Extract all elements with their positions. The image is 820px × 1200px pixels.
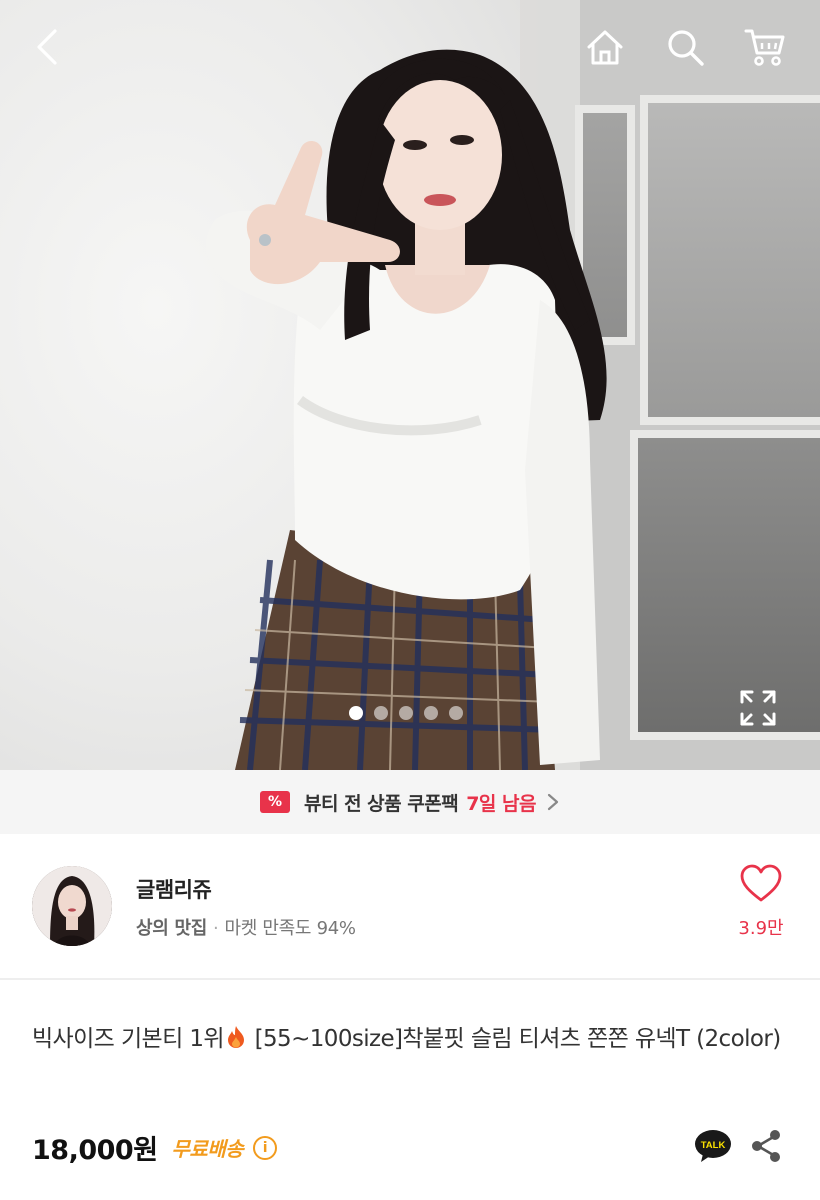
top-navigation-bar — [0, 0, 820, 96]
product-photo-model — [206, 49, 607, 770]
seller-satisfaction: 마켓 만족도 94% — [224, 918, 356, 939]
product-title: 빅사이즈 기본티 1위 [55~100size]착붙핏 슬림 티셔츠 쫀쫀 유넥… — [32, 1020, 792, 1058]
cart-icon — [744, 29, 785, 66]
seller-name[interactable]: 글램리쥬 — [136, 874, 212, 904]
like-count: 3.9만 — [738, 918, 784, 939]
gallery-dot[interactable] — [349, 706, 363, 720]
product-image-gallery[interactable] — [0, 0, 820, 770]
gallery-dot[interactable] — [424, 706, 438, 720]
gallery-dot[interactable] — [449, 706, 463, 720]
cart-button[interactable] — [740, 22, 790, 72]
product-title-part1: 빅사이즈 기본티 1위 — [32, 1026, 225, 1052]
section-divider — [0, 978, 820, 980]
fullscreen-button[interactable] — [736, 686, 780, 730]
expand-icon — [740, 690, 776, 726]
back-button[interactable] — [22, 22, 72, 72]
seller-info: 글램리쥬 상의 맛집 · 마켓 만족도 94% 3.9만 — [0, 834, 820, 978]
talk-label: TALK — [701, 1140, 726, 1151]
coupon-icon-symbol: % — [268, 794, 283, 810]
share-icon — [752, 1130, 780, 1162]
gallery-dot[interactable] — [399, 706, 413, 720]
gallery-dot[interactable] — [374, 706, 388, 720]
coupon-days-left: 7일 남음 — [466, 792, 536, 815]
info-icon-symbol: i — [262, 1139, 268, 1156]
fire-icon — [227, 1026, 244, 1048]
search-button[interactable] — [660, 22, 710, 72]
kakao-talk-button[interactable]: TALK — [694, 1128, 732, 1164]
seller-meta-separator: · — [213, 918, 219, 939]
seller-meta: 상의 맛집 · 마켓 만족도 94% — [136, 914, 356, 940]
like-button[interactable]: 3.9만 — [726, 864, 796, 940]
seller-tag: 상의 맛집 — [136, 918, 208, 939]
coupon-icon: % — [260, 791, 291, 813]
home-icon — [587, 30, 623, 65]
product-price: 18,000원 — [32, 1135, 158, 1166]
search-icon — [668, 30, 704, 66]
info-icon[interactable]: i — [253, 1135, 278, 1160]
heart-icon — [740, 864, 782, 902]
coupon-text: 뷰티 전 상품 쿠폰팩 — [304, 792, 459, 815]
talk-icon: TALK — [695, 1130, 731, 1162]
price-row: 18,000원 무료배송 i — [32, 1128, 278, 1167]
shipping-badge: 무료배송 — [171, 1137, 244, 1161]
chevron-right-icon — [547, 793, 559, 811]
coupon-banner[interactable]: % 뷰티 전 상품 쿠폰팩 7일 남음 — [0, 770, 820, 834]
chevron-left-icon — [37, 29, 57, 65]
product-title-part2: [55~100size]착붙핏 슬림 티셔츠 쫀쫀 유넥T (2color) — [247, 1026, 782, 1052]
gallery-pagination — [349, 706, 463, 720]
home-button[interactable] — [580, 22, 630, 72]
seller-avatar[interactable] — [32, 866, 112, 946]
share-button[interactable] — [748, 1128, 784, 1164]
